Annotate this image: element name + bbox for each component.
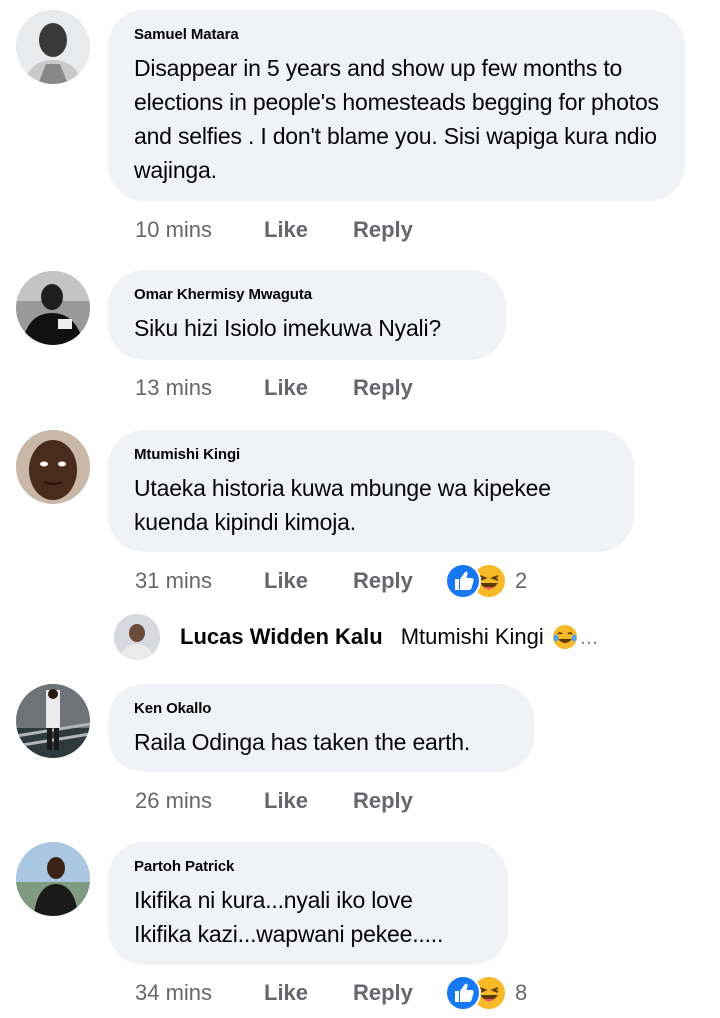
user-avatar-icon xyxy=(16,430,90,504)
comment-bubble: Ken Okallo Raila Odinga has taken the ea… xyxy=(108,684,534,772)
comment-timestamp[interactable]: 26 mins xyxy=(135,788,264,814)
user-avatar-icon xyxy=(114,614,160,660)
reply-button[interactable]: Reply xyxy=(353,980,445,1006)
comment-actions: 26 mins Like Reply xyxy=(135,784,445,818)
comment-author[interactable]: Omar Khermisy Mwaguta xyxy=(134,286,480,303)
comment-actions: 34 mins Like Reply 8 xyxy=(135,975,527,1011)
like-button[interactable]: Like xyxy=(264,980,353,1006)
comment-bubble: Samuel Matara Disappear in 5 years and s… xyxy=(108,10,685,201)
reply-button[interactable]: Reply xyxy=(353,217,445,243)
comment-text: Raila Odinga has taken the earth. xyxy=(134,729,471,755)
user-avatar-icon xyxy=(16,684,90,758)
comment-author[interactable]: Partoh Patrick xyxy=(134,858,482,875)
reply-ellipsis: ... xyxy=(579,624,599,649)
comment-text: Disappear in 5 years and show up few mon… xyxy=(134,55,659,183)
avatar[interactable] xyxy=(16,271,90,345)
comment-timestamp[interactable]: 10 mins xyxy=(135,217,264,243)
user-avatar-icon xyxy=(16,10,90,84)
avatar[interactable] xyxy=(16,684,90,758)
comment-timestamp[interactable]: 13 mins xyxy=(135,375,264,401)
like-button[interactable]: Like xyxy=(264,217,353,243)
reaction-count: 2 xyxy=(515,568,528,593)
comment-actions: 10 mins Like Reply xyxy=(135,213,445,247)
reaction-icons xyxy=(445,563,511,599)
like-button[interactable]: Like xyxy=(264,788,353,814)
reply-snippet: Mtumishi Kingi xyxy=(400,624,544,649)
reply-button[interactable]: Reply xyxy=(353,788,445,814)
comment-bubble: Omar Khermisy Mwaguta Siku hizi Isiolo i… xyxy=(108,270,506,360)
comment-text: Utaeka historia kuwa mbunge wa kipekee k… xyxy=(134,475,551,535)
reply-button[interactable]: Reply xyxy=(353,568,445,594)
reaction-icons xyxy=(445,975,511,1011)
comment-bubble: Mtumishi Kingi Utaeka historia kuwa mbun… xyxy=(108,430,634,552)
reaction-summary[interactable]: 2 xyxy=(445,563,527,599)
avatar[interactable] xyxy=(16,842,90,916)
user-avatar-icon xyxy=(16,842,90,916)
reaction-count: 8 xyxy=(515,980,528,1005)
comment-timestamp[interactable]: 34 mins xyxy=(135,980,264,1006)
comment-author[interactable]: Mtumishi Kingi xyxy=(134,446,608,463)
user-avatar-icon xyxy=(16,271,90,345)
reply-button[interactable]: Reply xyxy=(353,375,445,401)
like-button[interactable]: Like xyxy=(264,568,353,594)
comment-author[interactable]: Ken Okallo xyxy=(134,700,508,717)
comment-actions: 31 mins Like Reply 2 xyxy=(135,563,527,599)
comment-text: Siku hizi Isiolo imekuwa Nyali? xyxy=(134,315,441,341)
comment-author[interactable]: Samuel Matara xyxy=(134,26,659,43)
comment-actions: 13 mins Like Reply xyxy=(135,371,445,405)
avatar xyxy=(114,614,160,660)
reaction-summary[interactable]: 8 xyxy=(445,975,527,1011)
avatar[interactable] xyxy=(16,10,90,84)
comment-timestamp[interactable]: 31 mins xyxy=(135,568,264,594)
comment-bubble: Partoh Patrick Ikifika ni kura...nyali i… xyxy=(108,842,508,965)
like-icon xyxy=(445,563,481,599)
comment-text: Ikifika ni kura...nyali iko love Ikifika… xyxy=(134,887,444,947)
tears-of-joy-emoji-icon xyxy=(552,625,577,649)
like-button[interactable]: Like xyxy=(264,375,353,401)
reply-author[interactable]: Lucas Widden Kalu xyxy=(180,624,383,650)
avatar[interactable] xyxy=(16,430,90,504)
view-reply-row[interactable]: Lucas Widden Kalu Mtumishi Kingi ... xyxy=(114,614,598,660)
like-icon xyxy=(445,975,481,1011)
